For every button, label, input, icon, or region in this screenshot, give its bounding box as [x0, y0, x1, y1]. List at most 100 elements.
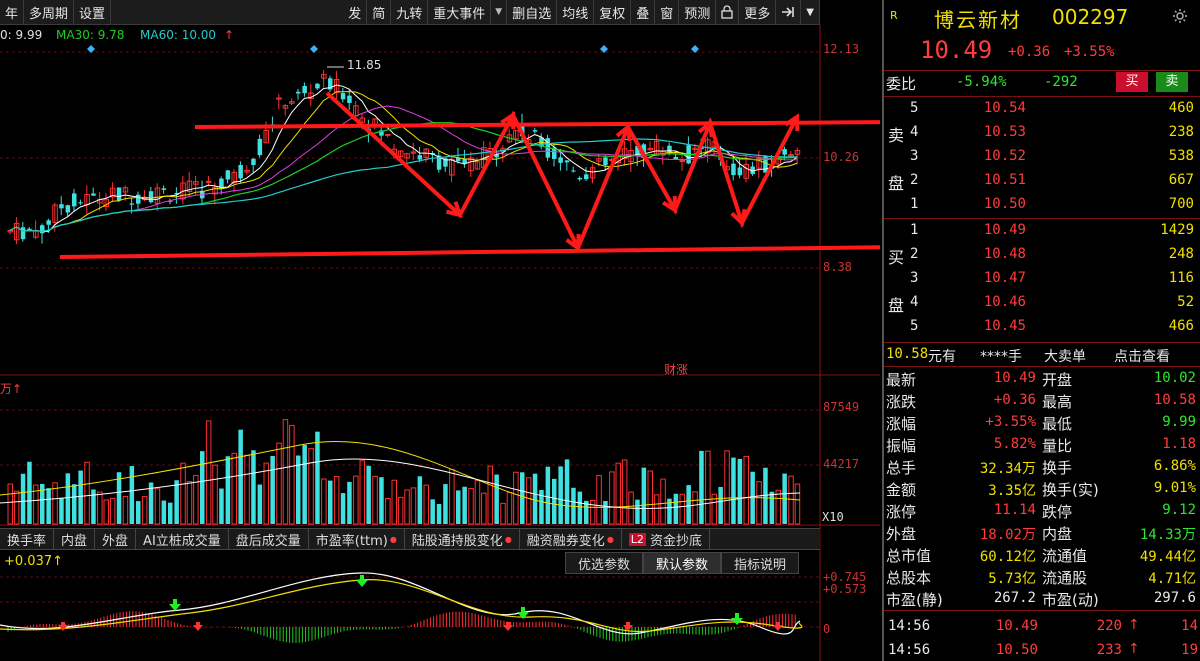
volume-bar	[20, 473, 26, 524]
fundamental-value: 297.6	[1153, 590, 1196, 606]
volume-bar	[13, 490, 20, 525]
fundamental-label: 流通股	[1042, 569, 1088, 587]
order-level-price: 10.47	[983, 270, 1026, 286]
exit-icon[interactable]	[776, 0, 802, 24]
toolbar-fa-button[interactable]: 发	[343, 0, 368, 24]
candle-body	[302, 85, 307, 94]
order-level-volume: 700	[1168, 196, 1194, 212]
toolbar-more-button[interactable]: 更多	[739, 0, 777, 24]
volume-bar	[500, 502, 506, 525]
order-level-row[interactable]: 1 10.50 700	[884, 194, 1200, 216]
fundamental-value: 9.99	[1162, 414, 1196, 430]
fundamental-label: 振幅	[886, 437, 917, 455]
order-level-row[interactable]: 2 10.51 667	[884, 170, 1200, 192]
chart-area[interactable]: 0: 9.99 MA30: 9.78 MA60: 10.00 ↑ 12.13 1…	[0, 25, 880, 661]
toolbar-multi-period-button[interactable]: 多周期	[24, 0, 75, 24]
tab-after-hours-volume[interactable]: 盘后成交量	[229, 529, 309, 549]
volume-bar	[161, 500, 167, 524]
volume-bar	[494, 474, 499, 524]
big-order-unit: 元有	[928, 349, 956, 365]
candle-body	[782, 149, 787, 155]
volume-bar	[705, 450, 711, 525]
volume-bar	[456, 490, 461, 524]
order-level-volume: 460	[1168, 100, 1194, 116]
tick-time: 14:56	[888, 618, 931, 634]
tab-northbound-holding[interactable]: 陆股通持股变化 ●	[405, 529, 520, 549]
toolbar-settings-button[interactable]: 设置	[74, 0, 112, 24]
tab-ai-volume[interactable]: AI立桩成交量	[136, 529, 229, 549]
tab-inner-volume[interactable]: 内盘	[54, 529, 96, 549]
stock-code: 002297	[1052, 5, 1129, 29]
big-order-row[interactable]: 10.58 元有 ****手 大卖单 点击查看	[884, 345, 1200, 365]
lock-icon[interactable]	[716, 0, 740, 24]
macd-sell-arrow-icon	[169, 599, 181, 611]
toolbar-remove-watchlist-button[interactable]: 删自选	[507, 0, 558, 24]
order-level-row[interactable]: 3 10.52 538	[884, 146, 1200, 168]
toolbar-jian-button[interactable]: 简	[367, 0, 392, 24]
ma30-legend: MA30: 9.78	[56, 28, 125, 42]
tab-turnover[interactable]: 换手率	[0, 529, 55, 549]
default-params-button[interactable]: 默认参数	[643, 552, 722, 574]
volume-bar	[635, 499, 640, 524]
volume-bar	[532, 473, 538, 524]
order-level-row[interactable]: 3 10.47 116	[884, 268, 1200, 290]
volume-bar	[397, 496, 404, 525]
volume-bar	[558, 466, 563, 524]
major-events-dropdown-icon[interactable]: ▼	[491, 0, 508, 24]
buy-button[interactable]: 买	[1116, 72, 1148, 92]
toolbar-year-button[interactable]: 年	[0, 0, 25, 24]
volume-bar	[333, 476, 340, 525]
tick-price: 10.49	[995, 618, 1038, 634]
tab-capital-label: 资金抄底	[649, 533, 702, 549]
fundamental-value: 10.58	[1153, 392, 1196, 408]
order-level-price: 10.52	[983, 148, 1026, 164]
toolbar-adjust-button[interactable]: 复权	[594, 0, 632, 24]
preferred-params-button[interactable]: 优选参数	[565, 552, 644, 574]
order-level-row[interactable]: 1 10.49 1429	[884, 220, 1200, 242]
fundamental-value: 6.86%	[1153, 458, 1196, 474]
tab-pe-ttm[interactable]: 市盈率(ttm) ●	[309, 529, 405, 549]
chevron-down-icon[interactable]: ▼	[801, 0, 820, 24]
fundamental-label: 总股本	[886, 569, 932, 587]
order-level-row[interactable]: 4 10.46 52	[884, 292, 1200, 314]
volume-bar	[276, 442, 282, 525]
order-level-row[interactable]: 4 10.53 238	[884, 122, 1200, 144]
order-level-row[interactable]: 5 10.45 466	[884, 316, 1200, 338]
fundamental-value: 3.35亿	[988, 483, 1036, 499]
current-price: 10.49	[920, 36, 993, 64]
gear-icon[interactable]	[1172, 8, 1188, 28]
volume-bar	[385, 498, 391, 525]
fundamental-label: 涨停	[886, 503, 917, 521]
order-level-row[interactable]: 5 10.54 460	[884, 98, 1200, 120]
tab-capital-bottom[interactable]: L2 资金抄底	[622, 529, 710, 549]
fundamental-label: 换手(实)	[1042, 481, 1099, 499]
volume-bar	[410, 487, 417, 525]
tab-margin-change[interactable]: 融资融券变化 ●	[520, 529, 622, 549]
candle-body	[763, 156, 768, 173]
caizhang-marker[interactable]: 财涨	[664, 361, 689, 378]
volume-bar	[596, 475, 602, 525]
toolbar-major-events-button[interactable]: 重大事件	[428, 0, 492, 24]
indicator-help-button[interactable]: 指标说明	[721, 552, 800, 574]
macd-buy-arrow-icon	[58, 622, 68, 631]
macd-axis-zero: 0	[823, 622, 831, 636]
fundamental-value: 9.12	[1162, 502, 1196, 518]
sell-button[interactable]: 卖	[1156, 72, 1188, 92]
volume-unit-label: 万↑	[0, 382, 23, 396]
toolbar-window-button[interactable]: 窗	[655, 0, 680, 24]
order-level-row[interactable]: 2 10.48 248	[884, 244, 1200, 266]
big-order-link[interactable]: 点击查看	[1114, 346, 1170, 366]
candle-body	[205, 180, 212, 183]
volume-bar	[225, 456, 231, 524]
toolbar-overlay-button[interactable]: 叠	[631, 0, 656, 24]
volume-bar	[282, 419, 289, 525]
tab-outer-volume[interactable]: 外盘	[95, 529, 137, 549]
toolbar-ma-button[interactable]: 均线	[557, 0, 595, 24]
toolbar-forecast-button[interactable]: 预测	[679, 0, 717, 24]
volume-bar	[27, 461, 32, 524]
order-level-price: 10.53	[983, 124, 1026, 140]
ma-line	[9, 122, 798, 232]
candlestick-group	[7, 45, 801, 245]
toolbar-jiuzhuan-button[interactable]: 九转	[391, 0, 429, 24]
fundamental-value: +3.55%	[985, 414, 1036, 430]
